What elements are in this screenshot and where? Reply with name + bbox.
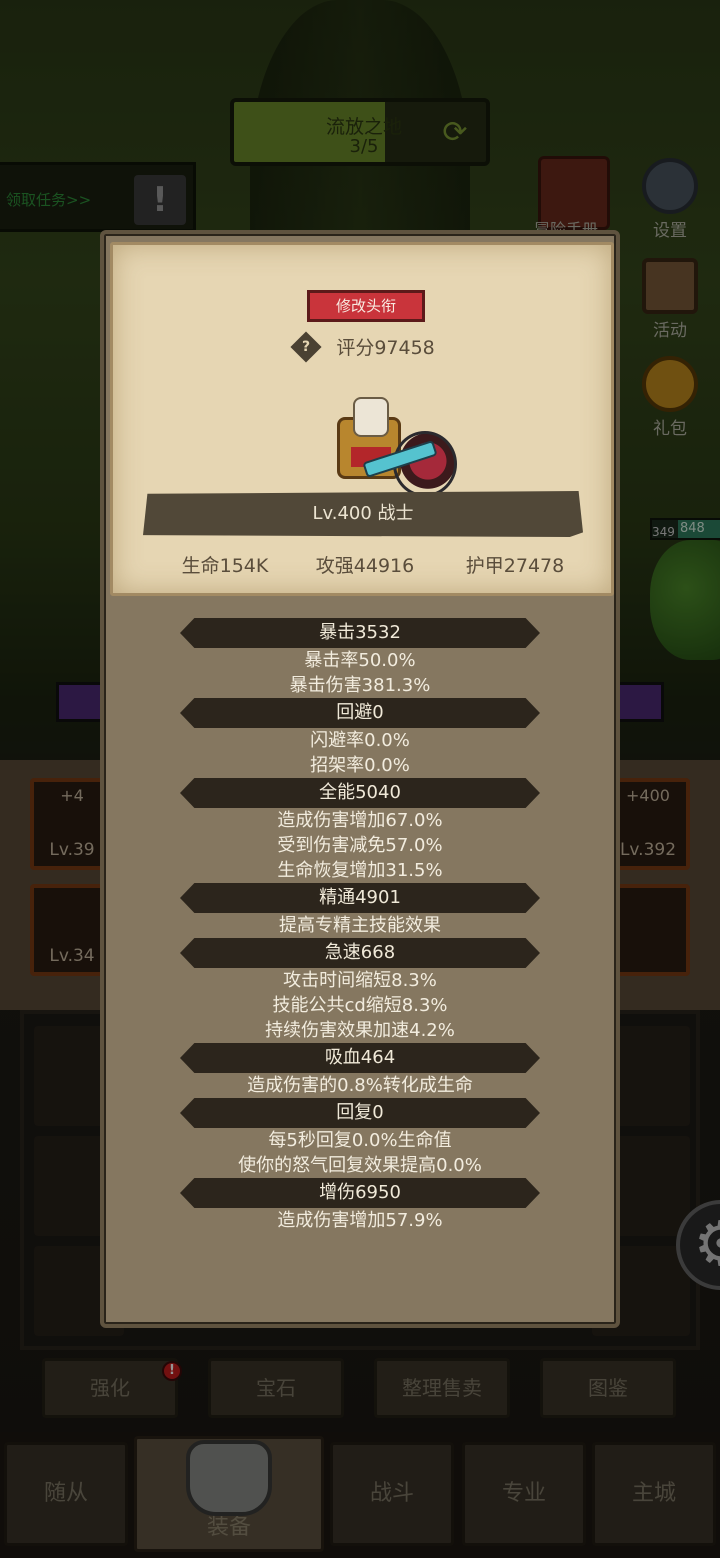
stat-detail: 攻击时间缩短8.3% (283, 970, 437, 991)
avatar-helmet (353, 397, 389, 437)
stat-detail: 受到伤害减免57.0% (277, 835, 443, 856)
stat-detail: 造成伤害的0.8%转化成生命 (247, 1075, 473, 1096)
score-text: 评分97458 (336, 337, 435, 359)
stat-header: 回复0 (180, 1098, 540, 1128)
stat-header: 急速668 (180, 938, 540, 968)
stat-header-text: 吸血464 (324, 1047, 396, 1068)
stat-detail: 造成伤害增加57.9% (277, 1210, 443, 1231)
stat-detail: 每5秒回复0.0%生命值 (268, 1130, 452, 1151)
stat-detail: 使你的怒气回复效果提高0.0% (238, 1155, 482, 1176)
stat-group: 增伤6950 造成伤害增加57.9% (104, 1178, 616, 1233)
stat-group: 回复0 每5秒回复0.0%生命值使你的怒气回复效果提高0.0% (104, 1098, 616, 1178)
stat-detail: 提高专精主技能效果 (279, 915, 441, 936)
stat-detail: 闪避率0.0% (310, 730, 410, 751)
stat-header-text: 全能5040 (319, 782, 401, 803)
stat-header: 精通4901 (180, 883, 540, 913)
stat-header: 吸血464 (180, 1043, 540, 1073)
armor-stat: 护甲27478 (465, 555, 565, 577)
stat-header-text: 暴击3532 (319, 622, 401, 643)
stat-detail: 生命恢复增加31.5% (277, 860, 443, 881)
change-title-button[interactable]: 修改头衔 (307, 290, 425, 322)
stat-header-text: 回复0 (336, 1102, 384, 1123)
secondary-stats-list: 暴击3532 暴击率50.0% 暴击伤害381.3% 回避0 闪避率0.0% 招架率0.0… (104, 618, 616, 1233)
stat-detail: 招架率0.0% (310, 755, 410, 776)
stat-header-text: 增伤6950 (319, 1182, 401, 1203)
stat-group: 急速668 攻击时间缩短8.3% 技能公共cd缩短8.3% 持续伤害效果加速4.2% (104, 938, 616, 1043)
stat-header: 增伤6950 (180, 1178, 540, 1208)
stat-header: 回避0 (180, 698, 540, 728)
level-class-text: Lv.400 战士 (312, 503, 414, 524)
stat-group: 精通4901 提高专精主技能效果 (104, 883, 616, 938)
character-card: 修改头衔 ? 评分97458 Lv.400 战士 生命154K 攻强44916 … (110, 242, 614, 596)
stat-header: 全能5040 (180, 778, 540, 808)
stat-detail: 持续伤害效果加速4.2% (265, 1020, 455, 1041)
base-stats: 生命154K 攻强44916 护甲27478 (113, 551, 617, 581)
stat-detail: 暴击率50.0% (304, 650, 416, 671)
stat-group: 回避0 闪避率0.0% 招架率0.0% (104, 698, 616, 778)
warrior-avatar (317, 391, 457, 501)
stat-header: 暴击3532 (180, 618, 540, 648)
score-row: ? 评分97458 (113, 330, 617, 365)
stat-detail: 造成伤害增加67.0% (277, 810, 443, 831)
stat-group: 暴击3532 暴击率50.0% 暴击伤害381.3% (104, 618, 616, 698)
help-glyph: ? (302, 338, 311, 355)
stat-header-text: 急速668 (324, 942, 396, 963)
help-icon[interactable]: ? (290, 330, 322, 363)
stat-header-text: 精通4901 (319, 887, 401, 908)
stat-header-text: 回避0 (336, 702, 384, 723)
stat-group: 吸血464 造成伤害的0.8%转化成生命 (104, 1043, 616, 1098)
stat-detail: 技能公共cd缩短8.3% (272, 995, 448, 1016)
stat-group: 全能5040 造成伤害增加67.0% 受到伤害减免57.0% 生命恢复增加31.5% (104, 778, 616, 883)
attack-power-stat: 攻强44916 (315, 555, 415, 577)
stat-detail: 暴击伤害381.3% (289, 675, 431, 696)
hp-stat: 生命154K (181, 555, 269, 577)
character-stats-popup: 修改头衔 ? 评分97458 Lv.400 战士 生命154K 攻强44916 … (100, 230, 620, 1328)
